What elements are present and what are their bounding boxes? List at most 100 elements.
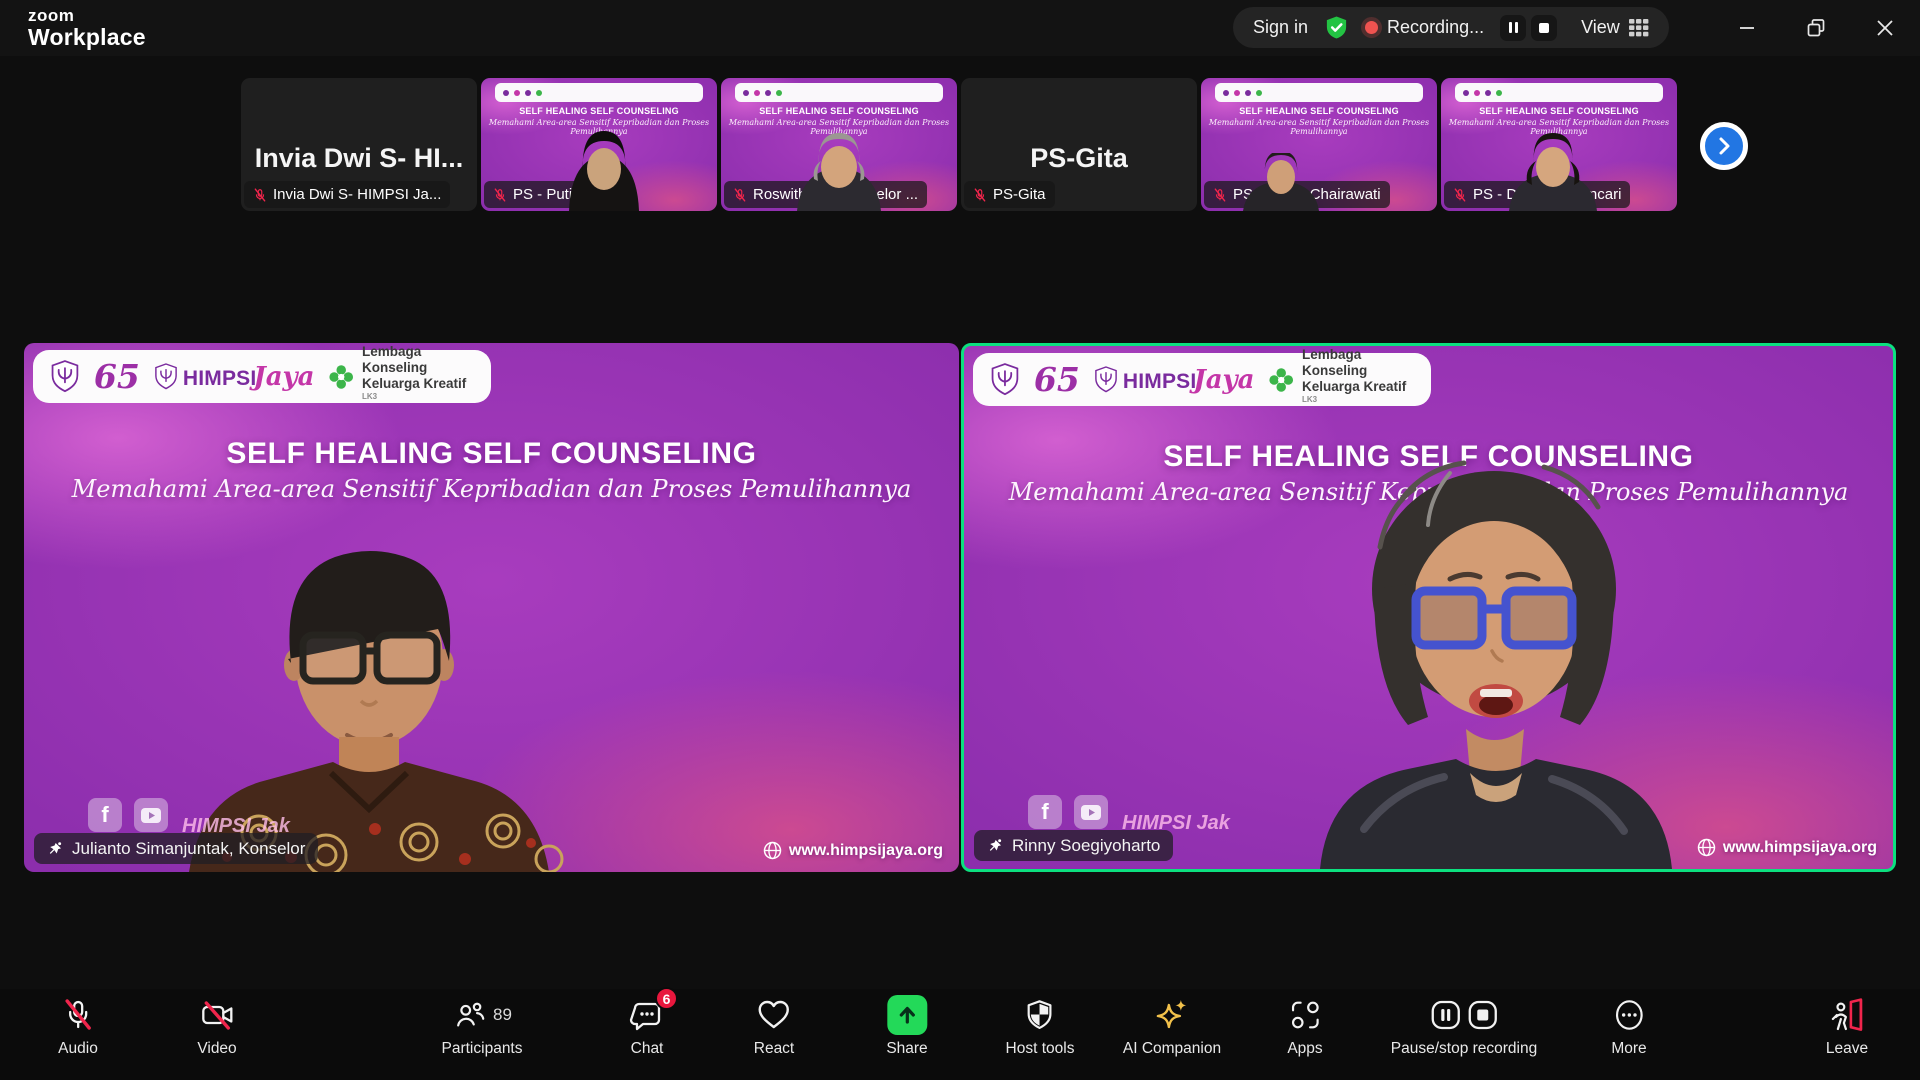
close-button[interactable]	[1863, 6, 1907, 50]
mic-muted-icon	[1213, 188, 1227, 202]
facebook-glyph: f	[101, 802, 108, 828]
participant-video-person	[1231, 153, 1331, 211]
filmstrip-tile[interactable]: PS-Gita PS-Gita	[961, 78, 1197, 211]
facebook-icon: f	[1028, 795, 1062, 829]
pin-icon	[987, 838, 1003, 854]
react-label: React	[754, 1040, 795, 1058]
apps-icon	[1288, 996, 1322, 1034]
event-title-mini: SELF HEALING SELF COUNSELING	[1441, 106, 1677, 116]
chat-label: Chat	[631, 1040, 664, 1058]
leave-button[interactable]: Leave	[1826, 996, 1868, 1058]
chat-unread-badge: 6	[655, 987, 678, 1010]
lk3-sup: LK3	[362, 392, 377, 401]
meeting-toolbar: Audio Video	[0, 989, 1920, 1080]
anniversary-65-logo: 65	[94, 360, 140, 393]
share-button[interactable]: Share	[886, 996, 927, 1058]
host-tools-button[interactable]: Host tools	[1006, 996, 1075, 1058]
audio-label: Audio	[58, 1040, 98, 1058]
event-subtitle-mini: Memahami Area-area Sensitif Kepribadian …	[1201, 118, 1437, 136]
mic-muted-icon	[733, 188, 747, 202]
mic-muted-icon	[253, 188, 267, 202]
logo-zoom-text: zoom	[28, 7, 146, 25]
event-title-mini: SELF HEALING SELF COUNSELING	[481, 106, 717, 116]
encryption-shield-icon	[1324, 15, 1349, 40]
pause-stop-recording-icon	[1429, 996, 1498, 1034]
camera-off-icon	[198, 996, 236, 1034]
participants-button[interactable]: 89 Participants	[442, 996, 523, 1058]
gallery-grid-icon	[1629, 19, 1649, 37]
chat-icon: 6	[629, 996, 665, 1034]
mic-muted-icon	[493, 188, 507, 202]
video-tile-julianto[interactable]: 65 HIMPSIJaya Lembaga KonselingKeluarga …	[24, 343, 959, 872]
website-url: www.himpsijaya.org	[763, 841, 943, 860]
participant-display-name: Invia Dwi S- HI...	[255, 115, 464, 174]
minimize-button[interactable]	[1725, 6, 1769, 50]
chat-button[interactable]: 6 Chat	[629, 996, 665, 1058]
participant-display-name: PS-Gita	[1030, 115, 1128, 174]
participants-count: 89	[493, 1005, 512, 1025]
event-banner: 65 HIMPSIJaya Lembaga KonselingKeluarga …	[33, 350, 491, 403]
participant-video-person	[549, 129, 659, 211]
stop-recording-button[interactable]	[1531, 15, 1557, 41]
filmstrip-tile[interactable]: SELF HEALING SELF COUNSELING Memahami Ar…	[1201, 78, 1437, 211]
zoom-workplace-logo: zoom Workplace	[28, 7, 146, 49]
mic-muted-icon	[1453, 188, 1467, 202]
mic-muted-icon	[60, 996, 96, 1034]
event-title-mini: SELF HEALING SELF COUNSELING	[721, 106, 957, 116]
facebook-icon: f	[88, 798, 122, 832]
share-label: Share	[886, 1040, 927, 1058]
host-tools-label: Host tools	[1006, 1040, 1075, 1058]
youtube-icon	[1074, 795, 1108, 829]
apps-button[interactable]: Apps	[1287, 996, 1322, 1058]
himpsi-jaya-logo: HIMPSIJaya	[153, 362, 315, 392]
logo-workplace-text: Workplace	[28, 25, 146, 49]
participants-icon: 89	[452, 996, 512, 1034]
more-button[interactable]: More	[1611, 996, 1646, 1058]
globe-icon	[1697, 838, 1716, 857]
react-button[interactable]: React	[754, 996, 795, 1058]
participant-video-person	[1493, 133, 1613, 211]
shield-icon	[1023, 996, 1057, 1034]
recording-status: Recording...	[1387, 17, 1484, 38]
chevron-right-icon	[1714, 136, 1734, 156]
pause-recording-button[interactable]	[1500, 15, 1526, 41]
filmstrip-tile[interactable]: SELF HEALING SELF COUNSELING Memahami Ar…	[481, 78, 717, 211]
topbar-controls: Sign in Recording... View	[1233, 7, 1669, 48]
restore-button[interactable]	[1794, 6, 1838, 50]
event-banner-mini	[735, 83, 943, 102]
audio-button[interactable]: Audio	[58, 996, 98, 1058]
video-button[interactable]: Video	[197, 996, 236, 1058]
youtube-icon	[134, 798, 168, 832]
more-ellipsis-icon	[1612, 996, 1646, 1034]
filmstrip-tile[interactable]: Invia Dwi S- HI... Invia Dwi S- HIMPSI J…	[241, 78, 477, 211]
website-text: www.himpsijaya.org	[789, 842, 943, 860]
anniversary-65-logo: 65	[1034, 363, 1080, 396]
event-title: SELF HEALING SELF COUNSELING	[24, 437, 959, 471]
facebook-glyph: f	[1041, 799, 1048, 825]
himpsi-text: HIMPSI	[1123, 370, 1197, 394]
pause-stop-recording-button[interactable]: Pause/stop recording	[1391, 996, 1537, 1058]
view-button[interactable]: View	[1581, 17, 1649, 38]
lk3-line1: Lembaga Konseling	[1302, 347, 1367, 378]
lk3-sup: LK3	[1302, 395, 1317, 404]
filmstrip-tile[interactable]: SELF HEALING SELF COUNSELING Memahami Ar…	[1441, 78, 1677, 211]
ai-companion-label: AI Companion	[1123, 1040, 1221, 1058]
jaya-text: Jaya	[253, 362, 314, 392]
lk3-logo: Lembaga KonselingKeluarga Kreatif LK3	[328, 344, 475, 409]
title-bar: zoom Workplace Sign in Recording... View	[0, 0, 1920, 56]
website-text: www.himpsijaya.org	[1723, 839, 1877, 857]
lk3-flower-icon	[1268, 365, 1294, 395]
video-tile-rinny-active-speaker[interactable]: 65 HIMPSIJaya Lembaga KonselingKeluarga …	[961, 343, 1896, 872]
filmstrip-tile[interactable]: SELF HEALING SELF COUNSELING Memahami Ar…	[721, 78, 957, 211]
lk3-line2: Keluarga Kreatif	[1302, 379, 1406, 394]
leave-icon	[1829, 996, 1865, 1034]
participant-video-person	[779, 131, 899, 211]
sign-in-button[interactable]: Sign in	[1253, 17, 1308, 38]
next-participants-button[interactable]	[1700, 122, 1748, 170]
view-label: View	[1581, 17, 1620, 38]
zoom-meeting-window: zoom Workplace Sign in Recording... View	[0, 0, 1920, 1080]
event-title-mini: SELF HEALING SELF COUNSELING	[1201, 106, 1437, 116]
event-banner: 65 HIMPSIJaya Lembaga KonselingKeluarga …	[973, 353, 1431, 406]
speaker-name-pill: Rinny Soegiyoharto	[974, 830, 1173, 861]
ai-companion-button[interactable]: AI Companion	[1123, 996, 1221, 1058]
